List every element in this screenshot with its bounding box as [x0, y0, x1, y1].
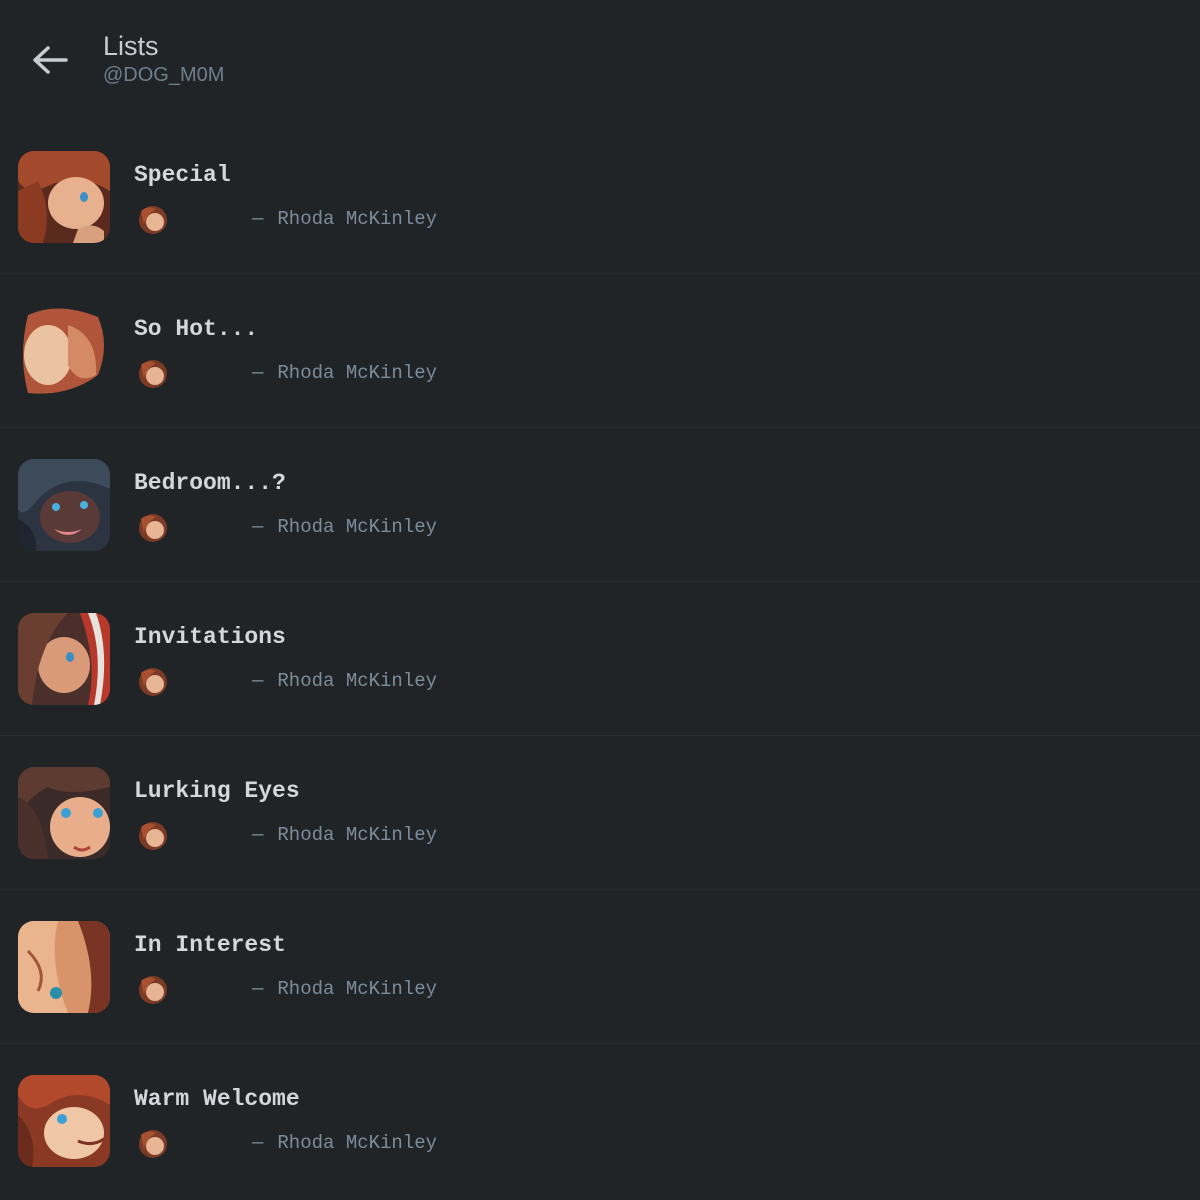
owner-avatar	[136, 511, 170, 545]
list-avatar	[18, 767, 110, 859]
owner-line: — Rhoda McKinley	[252, 670, 437, 692]
page-title: Lists	[103, 31, 159, 61]
owner-avatar	[136, 819, 170, 853]
owner-dash: —	[252, 824, 264, 846]
owner-name: Rhoda McKinley	[277, 1132, 438, 1154]
list-avatar	[18, 151, 110, 243]
owner-name: Rhoda McKinley	[277, 824, 438, 846]
list-name: So Hot...	[134, 316, 259, 342]
owner-dash: —	[252, 208, 264, 230]
list-avatar	[18, 305, 110, 397]
list-name: Invitations	[134, 624, 286, 650]
list-item[interactable]: Special — Rhoda McKinley	[0, 120, 1200, 274]
owner-name: Rhoda McKinley	[277, 362, 438, 384]
lists-screen: Lists @DOG_M0M Special — Rhoda McKinley …	[0, 0, 1200, 1200]
header: Lists @DOG_M0M	[0, 0, 1200, 120]
list-name: Special	[134, 162, 231, 188]
list-name: In Interest	[134, 932, 286, 958]
account-handle: @DOG_M0M	[103, 64, 225, 86]
owner-avatar	[136, 357, 170, 391]
list-avatar	[18, 613, 110, 705]
owner-name: Rhoda McKinley	[277, 670, 438, 692]
list-name: Bedroom...?	[134, 470, 286, 496]
owner-avatar	[136, 203, 170, 237]
owner-dash: —	[252, 516, 264, 538]
owner-dash: —	[252, 362, 264, 384]
list-name: Warm Welcome	[134, 1086, 300, 1112]
owner-dash: —	[252, 978, 264, 1000]
list-avatar	[18, 921, 110, 1013]
owner-line: — Rhoda McKinley	[252, 516, 437, 538]
owner-avatar	[136, 1127, 170, 1161]
list-item[interactable]: Lurking Eyes — Rhoda McKinley	[0, 736, 1200, 890]
owner-name: Rhoda McKinley	[277, 978, 438, 1000]
owner-dash: —	[252, 670, 264, 692]
owner-avatar	[136, 665, 170, 699]
list-avatar	[18, 1075, 110, 1167]
owner-line: — Rhoda McKinley	[252, 978, 437, 1000]
owner-dash: —	[252, 1132, 264, 1154]
owner-name: Rhoda McKinley	[277, 208, 438, 230]
list-item[interactable]: Warm Welcome — Rhoda McKinley	[0, 1044, 1200, 1197]
owner-name: Rhoda McKinley	[277, 516, 438, 538]
owner-line: — Rhoda McKinley	[252, 824, 437, 846]
lists-list: Special — Rhoda McKinley So Hot... — Rho…	[0, 120, 1200, 1197]
owner-avatar	[136, 973, 170, 1007]
list-item[interactable]: In Interest — Rhoda McKinley	[0, 890, 1200, 1044]
owner-line: — Rhoda McKinley	[252, 208, 437, 230]
owner-line: — Rhoda McKinley	[252, 362, 437, 384]
list-name: Lurking Eyes	[134, 778, 300, 804]
arrow-left-icon	[33, 46, 68, 74]
list-avatar	[18, 459, 110, 551]
back-button[interactable]	[20, 30, 80, 90]
list-item[interactable]: So Hot... — Rhoda McKinley	[0, 274, 1200, 428]
list-item[interactable]: Bedroom...? — Rhoda McKinley	[0, 428, 1200, 582]
list-item[interactable]: Invitations — Rhoda McKinley	[0, 582, 1200, 736]
owner-line: — Rhoda McKinley	[252, 1132, 437, 1154]
